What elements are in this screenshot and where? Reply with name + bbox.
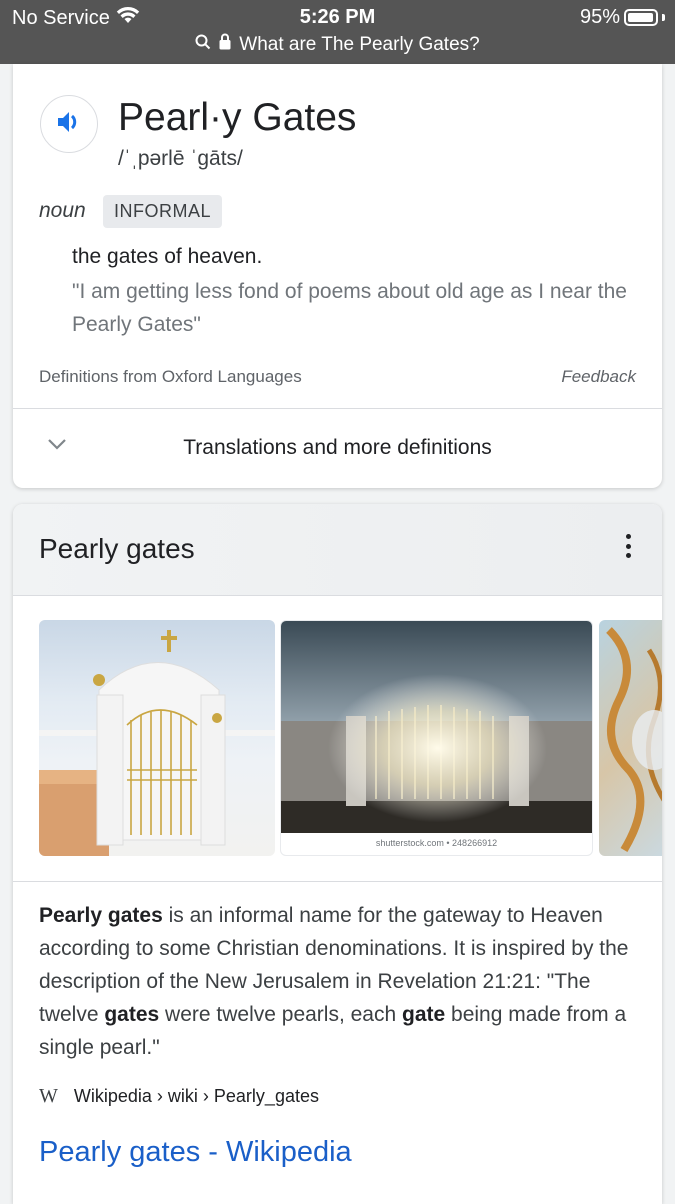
phonetic-spelling: /ˈˌpərlē ˈgāts/ <box>118 147 243 170</box>
wikipedia-result-link[interactable]: Pearly gates - Wikipedia <box>39 1136 352 1169</box>
battery-status: 95% <box>580 6 665 29</box>
pronunciation-button[interactable] <box>40 95 98 153</box>
description-text: were twelve pearls, each <box>159 1003 403 1026</box>
status-bar: No Service 5:26 PM 95% What are The Pear… <box>0 0 675 64</box>
image-thumbnail[interactable] <box>39 620 275 856</box>
more-definitions-label: Translations and more definitions <box>183 436 492 459</box>
clock: 5:26 PM <box>299 6 376 28</box>
definition-text: the gates of heaven. <box>72 245 263 268</box>
citation-breadcrumb: Wikipedia › wiki › Pearly_gates <box>73 1086 319 1106</box>
part-of-speech: noun <box>39 199 86 222</box>
dictionary-card: Pearl·y Gates /ˈˌpərlē ˈgāts/ noun INFOR… <box>13 64 662 488</box>
dictionary-source[interactable]: Definitions from Oxford Languages <box>39 367 302 387</box>
image-thumbnail[interactable]: shutterstock.com • 248266912 <box>280 620 593 856</box>
more-definitions-toggle[interactable]: Translations and more definitions <box>13 409 662 488</box>
example-sentence: "I am getting less fond of poems about o… <box>72 280 627 336</box>
wikipedia-logo-icon: W <box>39 1085 58 1107</box>
knowledge-panel: Pearly gates shutterstock.com • 24826691… <box>13 504 662 1204</box>
lock-icon <box>219 33 231 56</box>
divider <box>13 881 662 882</box>
bold-term: Pearly gates <box>39 904 163 927</box>
battery-percent: 95% <box>579 6 620 28</box>
image-caption: shutterstock.com • 248266912 <box>375 838 498 848</box>
search-icon <box>195 34 211 56</box>
knowledge-panel-header: Pearly gates <box>13 504 662 596</box>
url-text: What are The Pearly Gates? <box>239 33 480 55</box>
bold-term: gates <box>104 1003 160 1026</box>
headword: Pearl·y Gates <box>118 96 357 139</box>
feedback-link[interactable]: Feedback <box>561 367 636 387</box>
battery-icon <box>624 9 658 26</box>
image-thumbnail[interactable] <box>599 620 662 856</box>
image-carousel[interactable]: shutterstock.com • 248266912 <box>39 620 662 856</box>
knowledge-panel-description: Pearly gates is an informal name for the… <box>39 899 639 1064</box>
speaker-icon <box>56 110 82 139</box>
register-badge: INFORMAL <box>103 195 223 228</box>
knowledge-panel-title: Pearly gates <box>39 533 195 564</box>
more-options-icon[interactable] <box>624 534 632 558</box>
source-citation[interactable]: W Wikipedia › wiki › Pearly_gates <box>39 1085 319 1108</box>
bold-term: gate <box>402 1003 446 1026</box>
url-bar[interactable]: What are The Pearly Gates? <box>0 33 675 56</box>
